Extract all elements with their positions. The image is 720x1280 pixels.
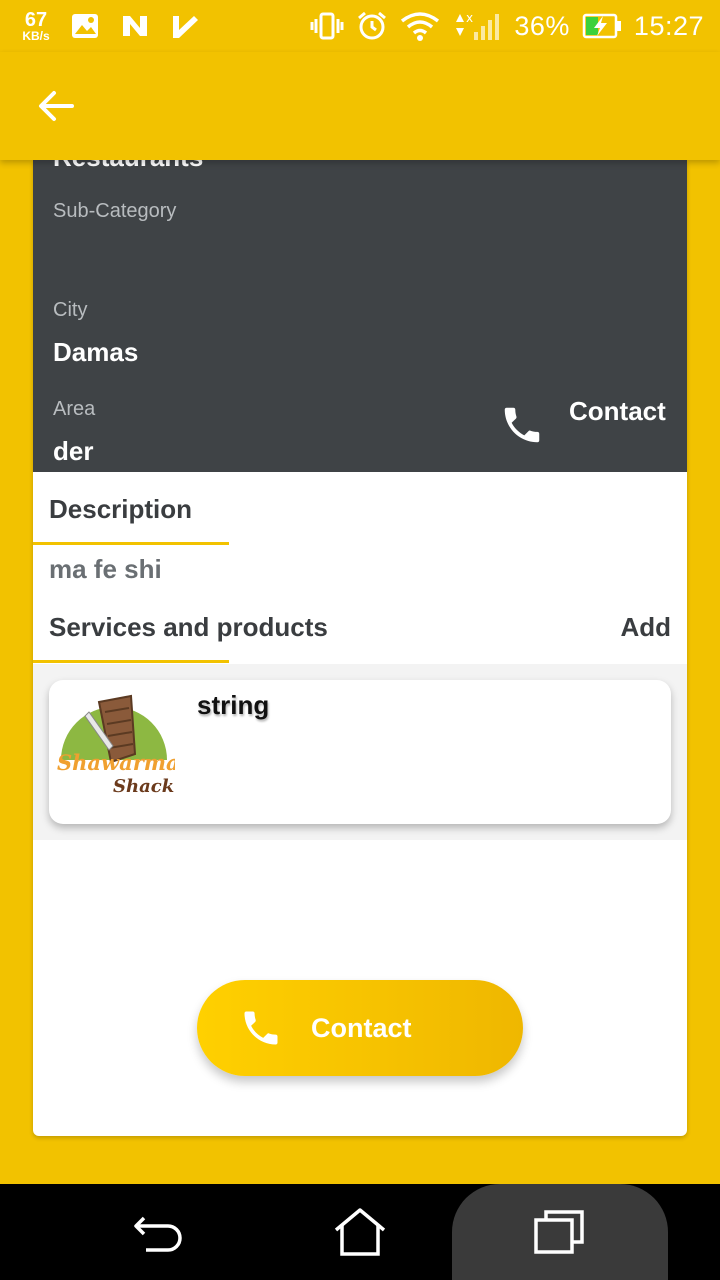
network-speed-unit: KB/s — [22, 29, 50, 43]
gallery-icon — [72, 14, 98, 38]
detail-card: Restaurants Sub-Category City Damas Area… — [33, 160, 687, 1136]
navigation-bar — [0, 1184, 720, 1280]
area-value: der — [53, 436, 94, 466]
recent-apps-icon[interactable] — [532, 1206, 588, 1258]
wifi-icon — [401, 12, 440, 41]
app-bar — [0, 52, 720, 160]
contact-button[interactable]: Contact — [197, 980, 523, 1076]
city-label: City — [53, 299, 88, 321]
contact-label: Contact — [569, 396, 666, 426]
subcategory-label: Sub-Category — [53, 200, 177, 222]
logo-text-1: Shawarma — [57, 750, 175, 775]
clock: 15:27 — [633, 10, 704, 41]
phone-icon — [504, 407, 540, 443]
checkmark-app-icon — [173, 16, 198, 38]
product-name: string — [197, 690, 270, 720]
description-title: Description — [49, 494, 193, 524]
add-service-button[interactable]: Add — [620, 612, 671, 643]
vibrate-icon — [310, 12, 344, 40]
shawarma-logo-icon: Shawarma Shack — [57, 694, 175, 797]
n-app-icon — [123, 16, 147, 36]
services-list: Shawarma Shack string — [33, 664, 687, 840]
contact-button-label: Contact — [311, 1012, 412, 1043]
city-value: Damas — [53, 337, 139, 367]
services-underline — [33, 660, 229, 663]
description-text: ma fe shi — [49, 554, 162, 584]
area-label: Area — [53, 398, 96, 420]
category-value: Restaurants — [53, 160, 203, 173]
status-bar: 67 KB/s x 36% 15:27 — [0, 0, 720, 52]
home-icon[interactable] — [332, 1206, 388, 1258]
network-speed: 67 KB/s — [16, 10, 56, 42]
svg-text:x: x — [466, 11, 473, 25]
list-item[interactable]: Shawarma Shack string — [49, 680, 671, 824]
description-underline — [33, 542, 229, 545]
alarm-icon — [358, 11, 387, 40]
services-title: Services and products — [49, 612, 328, 642]
logo-text-2: Shack — [113, 776, 174, 797]
back-arrow-icon[interactable] — [36, 86, 76, 126]
battery-charging-icon — [582, 13, 621, 39]
back-nav-icon[interactable] — [132, 1206, 188, 1258]
battery-percent: 36% — [514, 10, 570, 41]
signal-icon: x — [456, 11, 500, 40]
network-speed-value: 67 — [24, 9, 48, 31]
contact-link[interactable]: Contact — [499, 396, 666, 448]
details-panel: Restaurants Sub-Category City Damas Area… — [33, 160, 687, 472]
phone-icon — [244, 1011, 278, 1045]
